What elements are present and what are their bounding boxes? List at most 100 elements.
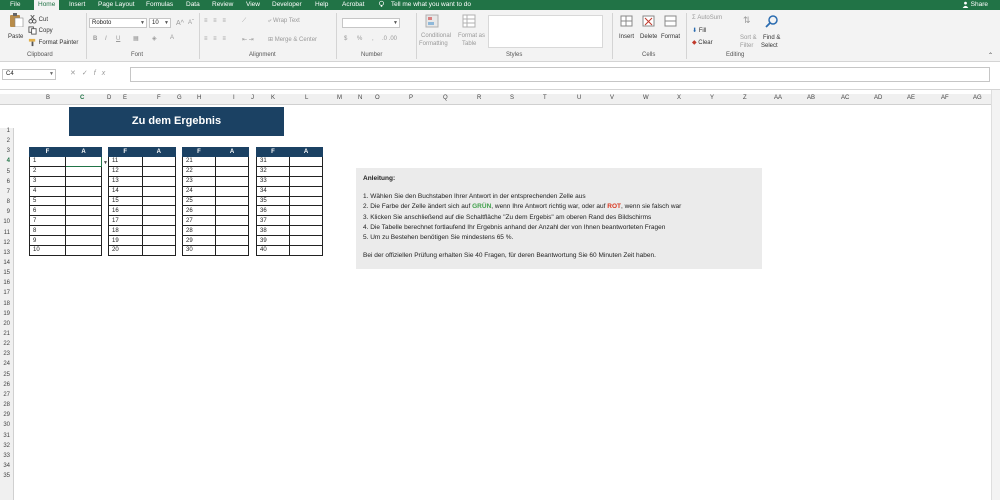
tab-home[interactable]: Home	[34, 0, 60, 10]
tab-view[interactable]: View	[246, 0, 260, 10]
column-header[interactable]: AD	[874, 95, 882, 101]
question-number-cell[interactable]: 39	[256, 235, 290, 247]
answer-cell[interactable]	[65, 225, 102, 237]
question-number-cell[interactable]: 26	[182, 205, 216, 217]
autosum-button[interactable]: Σ AutoSum	[692, 15, 722, 21]
column-header[interactable]: B	[46, 95, 50, 101]
orientation-icon[interactable]: ⟋	[242, 18, 246, 25]
fx-icon[interactable]: fx	[94, 70, 111, 77]
question-number-cell[interactable]: 11	[108, 156, 143, 167]
row-header[interactable]: 5	[7, 169, 10, 175]
row-header[interactable]: 20	[3, 321, 10, 327]
name-box[interactable]: C4	[2, 69, 56, 80]
answer-cell[interactable]	[215, 185, 249, 197]
question-number-cell[interactable]: 33	[256, 175, 290, 187]
column-header[interactable]: H	[197, 95, 201, 101]
answer-cell[interactable]	[65, 205, 102, 217]
bold-button[interactable]: B	[93, 36, 97, 42]
answer-cell[interactable]	[215, 195, 249, 207]
column-header[interactable]: W	[643, 95, 649, 101]
answer-cell[interactable]	[215, 225, 249, 237]
row-header[interactable]: 25	[3, 372, 10, 378]
question-number-cell[interactable]: 28	[182, 225, 216, 237]
answer-cell[interactable]	[141, 205, 176, 217]
answer-cell[interactable]	[65, 235, 102, 247]
question-number-cell[interactable]: 5	[29, 195, 66, 207]
question-number-cell[interactable]: 1	[29, 156, 66, 167]
answer-cell[interactable]	[65, 245, 102, 256]
decrease-font-icon[interactable]: Aˇ	[188, 20, 194, 26]
row-header[interactable]: 31	[3, 433, 10, 439]
column-header[interactable]: AB	[807, 95, 815, 101]
fill-color-icon[interactable]: ◈	[152, 35, 157, 42]
question-number-cell[interactable]: 3	[29, 175, 66, 187]
row-header[interactable]: 23	[3, 351, 10, 357]
question-number-cell[interactable]: 8	[29, 225, 66, 237]
share-button[interactable]: Share	[962, 0, 988, 10]
question-number-cell[interactable]: 36	[256, 205, 290, 217]
question-number-cell[interactable]: 17	[108, 215, 143, 227]
row-header[interactable]: 7	[7, 189, 10, 195]
font-size-select[interactable]: 10 ▼	[149, 18, 171, 28]
column-header[interactable]: AE	[907, 95, 915, 101]
fill-button[interactable]: ⬇ Fill	[692, 27, 706, 34]
question-number-cell[interactable]: 27	[182, 215, 216, 227]
format-painter-button[interactable]: Format Painter	[28, 38, 78, 47]
row-header[interactable]: 11	[4, 230, 10, 236]
question-number-cell[interactable]: 31	[256, 156, 290, 167]
column-header[interactable]: Z	[743, 95, 747, 101]
answer-cell[interactable]	[141, 245, 176, 256]
question-number-cell[interactable]: 16	[108, 205, 143, 217]
font-family-select[interactable]: Roboto ▼	[89, 18, 147, 28]
column-header[interactable]: R	[477, 95, 481, 101]
answer-cell[interactable]	[141, 165, 176, 177]
copy-button[interactable]: Copy	[28, 26, 53, 35]
answer-cell[interactable]	[65, 185, 102, 197]
column-header[interactable]: Y	[710, 95, 714, 101]
answer-cell[interactable]	[65, 215, 102, 227]
row-header[interactable]: 17	[3, 290, 10, 296]
underline-button[interactable]: U	[116, 36, 120, 42]
tell-me-search[interactable]: Tell me what you want to do	[378, 0, 471, 10]
column-header[interactable]: C	[80, 95, 84, 101]
answer-cell[interactable]	[215, 165, 249, 177]
column-header[interactable]: K	[271, 95, 275, 101]
question-number-cell[interactable]: 20	[108, 245, 143, 256]
column-header[interactable]: P	[409, 95, 413, 101]
question-number-cell[interactable]: 19	[108, 235, 143, 247]
question-number-cell[interactable]: 4	[29, 185, 66, 197]
collapse-ribbon-icon[interactable]: ⌃	[988, 52, 993, 59]
borders-icon[interactable]: ▦	[133, 35, 139, 42]
answer-cell[interactable]	[289, 245, 323, 256]
worksheet-grid[interactable]: B C D E F G H I J K L M N O P Q R S T U …	[0, 90, 1000, 500]
italic-button[interactable]: I	[105, 36, 107, 42]
column-header[interactable]: AC	[841, 95, 849, 101]
increase-font-icon[interactable]: A^	[176, 20, 184, 27]
answer-cell[interactable]	[65, 165, 102, 177]
question-number-cell[interactable]: 29	[182, 235, 216, 247]
decimal-icons[interactable]: .0 .00	[382, 36, 397, 42]
row-header[interactable]: 28	[3, 402, 10, 408]
column-header[interactable]: T	[543, 95, 547, 101]
row-header[interactable]: 26	[3, 382, 10, 388]
row-header[interactable]: 6	[7, 179, 10, 185]
font-color-icon[interactable]: A	[170, 35, 174, 41]
question-number-cell[interactable]: 14	[108, 185, 143, 197]
wrap-text-button[interactable]: ⤶ Wrap Text	[268, 18, 300, 25]
question-number-cell[interactable]: 34	[256, 185, 290, 197]
question-number-cell[interactable]: 37	[256, 215, 290, 227]
tab-acrobat[interactable]: Acrobat	[342, 0, 364, 10]
column-header[interactable]: O	[375, 95, 380, 101]
row-header[interactable]: 16	[3, 280, 10, 286]
question-number-cell[interactable]: 10	[29, 245, 66, 256]
chevron-down-icon[interactable]: ▼	[49, 71, 54, 77]
align-left-icon[interactable]: ≡ ≡ ≡	[204, 36, 228, 42]
vertical-scrollbar[interactable]	[991, 90, 1000, 500]
column-header[interactable]: D	[107, 95, 111, 101]
answer-cell[interactable]	[141, 225, 176, 237]
answer-cell[interactable]	[141, 195, 176, 207]
answer-cell[interactable]	[289, 185, 323, 197]
column-header[interactable]: I	[233, 95, 235, 101]
row-header[interactable]: 4	[7, 158, 10, 164]
row-header[interactable]: 15	[3, 270, 10, 276]
